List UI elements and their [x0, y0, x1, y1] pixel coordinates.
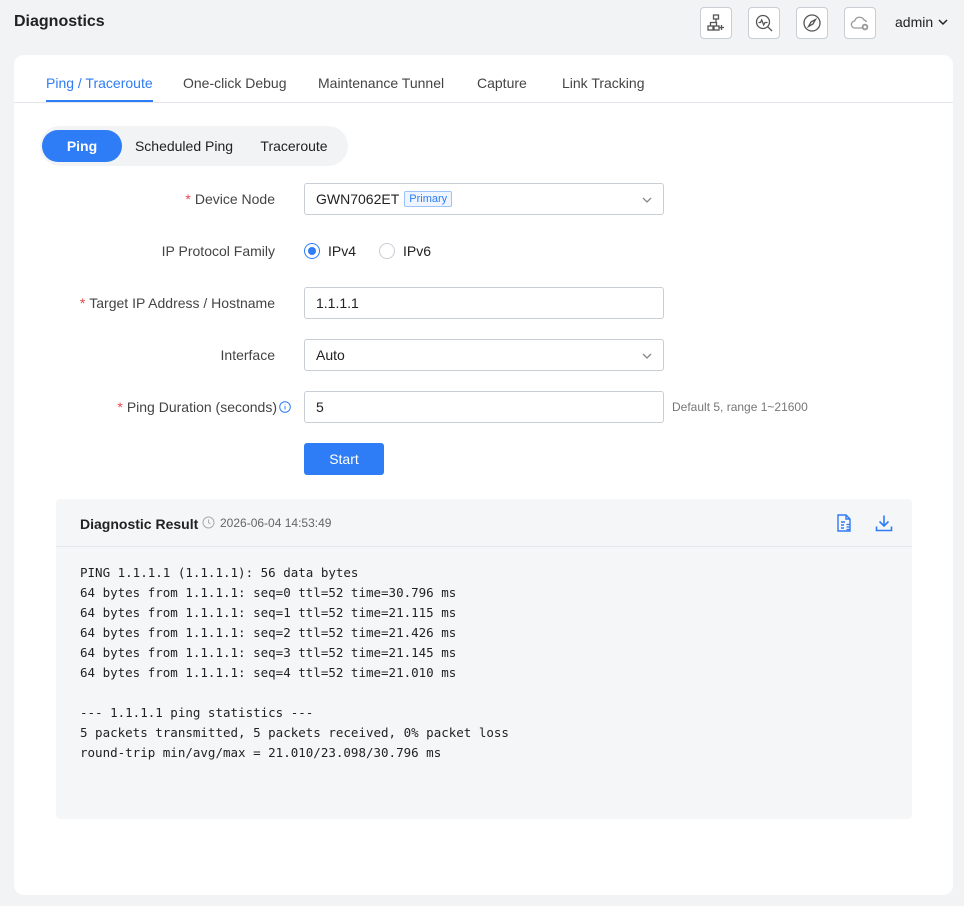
radio-dot-selected: [304, 243, 320, 259]
cloud-disconnected-icon: [850, 16, 869, 31]
tab-ping-traceroute[interactable]: Ping / Traceroute: [46, 75, 153, 91]
compass-icon: [803, 14, 821, 32]
result-line: PING 1.1.1.1 (1.1.1.1): 56 data bytes: [80, 565, 359, 580]
result-line: round-trip min/avg/max = 21.010/23.098/3…: [80, 745, 442, 760]
result-line: [80, 683, 509, 703]
segment-ping[interactable]: Ping: [42, 130, 122, 162]
duration-field[interactable]: [304, 391, 664, 423]
radio-ipv4[interactable]: IPv4: [304, 243, 356, 259]
tab-maintenance-tunnel[interactable]: Maintenance Tunnel: [318, 75, 444, 91]
radio-ipv6[interactable]: IPv6: [379, 243, 431, 259]
network-topology-icon: [707, 14, 724, 31]
primary-badge: Primary: [404, 191, 453, 207]
result-header: Diagnostic Result 2026-06-04 14:53:49: [56, 499, 912, 547]
target-field[interactable]: [304, 287, 664, 319]
device-node-label: * Device Node: [185, 191, 275, 207]
required-mark: *: [117, 399, 123, 415]
target-input[interactable]: [316, 295, 663, 311]
active-tab-indicator: [46, 100, 153, 102]
result-line: 64 bytes from 1.1.1.1: seq=0 ttl=52 time…: [80, 585, 457, 600]
result-line: 64 bytes from 1.1.1.1: seq=2 ttl=52 time…: [80, 625, 457, 640]
report-document-icon[interactable]: [834, 513, 854, 533]
device-node-select[interactable]: GWN7062ET Primary: [304, 183, 664, 215]
chevron-down-icon: [642, 353, 652, 359]
tab-one-click-debug[interactable]: One-click Debug: [183, 75, 287, 91]
result-line: 64 bytes from 1.1.1.1: seq=4 ttl=52 time…: [80, 665, 457, 680]
result-timestamp: 2026-06-04 14:53:49: [220, 516, 332, 530]
required-mark: *: [185, 191, 191, 207]
interface-label: Interface: [220, 347, 275, 363]
result-line: --- 1.1.1.1 ping statistics ---: [80, 705, 314, 720]
target-label: * Target IP Address / Hostname: [79, 295, 275, 311]
info-icon[interactable]: [279, 401, 291, 413]
tab-link-tracking[interactable]: Link Tracking: [562, 75, 644, 91]
user-menu[interactable]: admin: [895, 14, 948, 30]
radio-ipv6-label: IPv6: [403, 243, 432, 259]
duration-hint: Default 5, range 1~21600: [672, 400, 808, 414]
top-bar: Diagnostics admin: [0, 0, 964, 46]
result-line: 64 bytes from 1.1.1.1: seq=1 ttl=52 time…: [80, 605, 457, 620]
radio-ipv4-label: IPv4: [328, 243, 357, 259]
duration-input[interactable]: [316, 399, 663, 415]
result-output: PING 1.1.1.1 (1.1.1.1): 56 data bytes 64 …: [80, 563, 509, 763]
diagnostics-search-button[interactable]: [748, 7, 780, 39]
segment-traceroute[interactable]: Traceroute: [246, 130, 342, 162]
ip-family-label: IP Protocol Family: [161, 243, 275, 259]
device-node-value: GWN7062ET: [316, 191, 400, 207]
result-title: Diagnostic Result: [80, 516, 199, 532]
duration-label: * Ping Duration (seconds): [117, 399, 291, 415]
tab-bar: Ping / Traceroute One-click Debug Mainte…: [14, 55, 953, 103]
interface-select[interactable]: Auto: [304, 339, 664, 371]
result-line: 64 bytes from 1.1.1.1: seq=3 ttl=52 time…: [80, 645, 457, 660]
diagnostic-result-panel: Diagnostic Result 2026-06-04 14:53:49 PI…: [56, 499, 912, 819]
result-line: 5 packets transmitted, 5 packets receive…: [80, 725, 509, 740]
cloud-status-button[interactable]: [844, 7, 876, 39]
search-diagnostics-icon: [755, 14, 773, 32]
user-name: admin: [895, 14, 934, 30]
network-topology-button[interactable]: [700, 7, 732, 39]
radio-dot: [379, 243, 395, 259]
main-card: Ping / Traceroute One-click Debug Mainte…: [14, 55, 953, 895]
start-button[interactable]: Start: [304, 443, 384, 475]
clock-icon: [202, 516, 215, 529]
chevron-down-icon: [642, 197, 652, 203]
chevron-down-icon: [938, 19, 948, 26]
tab-capture[interactable]: Capture: [477, 75, 527, 91]
compass-button[interactable]: [796, 7, 828, 39]
page-title: Diagnostics: [14, 13, 105, 30]
interface-value: Auto: [316, 347, 345, 363]
segment-scheduled-ping[interactable]: Scheduled Ping: [126, 130, 242, 162]
mode-segmented-control: Ping Scheduled Ping Traceroute: [40, 126, 348, 166]
download-icon[interactable]: [874, 513, 894, 533]
required-mark: *: [79, 295, 86, 311]
